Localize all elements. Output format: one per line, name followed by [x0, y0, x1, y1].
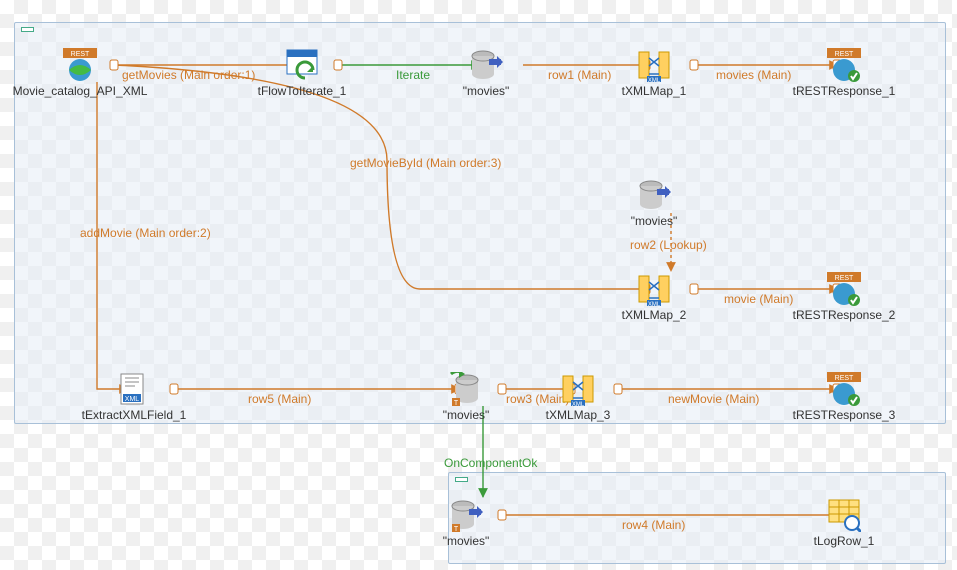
- rest-response-icon: REST: [827, 48, 861, 82]
- link-label-movies: movies (Main): [716, 68, 791, 82]
- component-label: tRESTResponse_3: [793, 408, 896, 422]
- component-movies-4[interactable]: T "movies": [443, 498, 490, 548]
- link-label-getMovieById: getMovieById (Main order:3): [350, 156, 501, 170]
- component-label: tFlowToIterate_1: [258, 84, 347, 98]
- component-movies-3[interactable]: T "movies": [443, 372, 490, 422]
- job-canvas[interactable]: getMovies (Main order:1) Iterate row1 (M…: [0, 0, 957, 570]
- svg-text:T: T: [454, 526, 459, 532]
- flow-iterate-icon: [285, 48, 319, 82]
- component-xmlmap-2[interactable]: XML tXMLMap_2: [622, 272, 687, 322]
- component-label: tXMLMap_3: [546, 408, 611, 422]
- xmlextract-icon: XML: [117, 372, 151, 406]
- component-label: "movies": [631, 214, 678, 228]
- db-icon: [469, 48, 503, 82]
- component-label: tXMLMap_2: [622, 308, 687, 322]
- xmlmap-icon: XML: [561, 372, 595, 406]
- collapse-icon[interactable]: [21, 27, 34, 32]
- component-label: "movies": [463, 84, 510, 98]
- rest-request-icon: REST: [63, 48, 97, 82]
- svg-text:REST: REST: [835, 375, 854, 382]
- component-label: "movies": [443, 534, 490, 548]
- svg-text:XML: XML: [572, 402, 585, 406]
- db-icon: T: [449, 498, 483, 532]
- component-label: "movies": [443, 408, 490, 422]
- rest-response-icon: REST: [827, 272, 861, 306]
- component-label: tRESTResponse_2: [793, 308, 896, 322]
- component-label: Movie_catalog_API_XML: [13, 84, 148, 98]
- link-label-newMovie: newMovie (Main): [668, 392, 759, 406]
- link-label-oncomponentok: OnComponentOk: [444, 456, 537, 470]
- link-label-row1: row1 (Main): [548, 68, 611, 82]
- component-label: tLogRow_1: [814, 534, 875, 548]
- svg-text:XML: XML: [648, 78, 661, 82]
- component-label: tXMLMap_1: [622, 84, 687, 98]
- svg-text:REST: REST: [835, 275, 854, 282]
- link-label-row5: row5 (Main): [248, 392, 311, 406]
- rest-response-icon: REST: [827, 372, 861, 406]
- svg-text:T: T: [454, 400, 459, 406]
- link-label-movie: movie (Main): [724, 292, 793, 306]
- xmlmap-icon: XML: [637, 272, 671, 306]
- xmlmap-icon: XML: [637, 48, 671, 82]
- link-label-iterate: Iterate: [396, 68, 430, 82]
- collapse-icon[interactable]: [455, 477, 468, 482]
- svg-text:XML: XML: [648, 302, 661, 306]
- component-label: tRESTResponse_1: [793, 84, 896, 98]
- component-extractxml[interactable]: XML tExtractXMLField_1: [82, 372, 187, 422]
- svg-text:REST: REST: [71, 51, 90, 58]
- component-xmlmap-1[interactable]: XML tXMLMap_1: [622, 48, 687, 98]
- link-label-row4: row4 (Main): [622, 518, 685, 532]
- db-in-icon: T: [449, 372, 483, 406]
- component-restresponse-3[interactable]: REST tRESTResponse_3: [793, 372, 896, 422]
- component-movie-catalog[interactable]: REST Movie_catalog_API_XML: [13, 48, 148, 98]
- component-xmlmap-3[interactable]: XML tXMLMap_3: [546, 372, 611, 422]
- svg-text:REST: REST: [835, 51, 854, 58]
- component-label: tExtractXMLField_1: [82, 408, 187, 422]
- component-restresponse-1[interactable]: REST tRESTResponse_1: [793, 48, 896, 98]
- db-icon: [637, 178, 671, 212]
- component-logrow[interactable]: tLogRow_1: [814, 498, 875, 548]
- link-label-row2: row2 (Lookup): [630, 238, 707, 252]
- svg-text:XML: XML: [125, 396, 140, 403]
- component-restresponse-2[interactable]: REST tRESTResponse_2: [793, 272, 896, 322]
- logrow-icon: [827, 498, 861, 532]
- component-movies-1[interactable]: "movies": [463, 48, 510, 98]
- link-label-addMovie: addMovie (Main order:2): [80, 226, 211, 240]
- component-movies-2[interactable]: "movies": [631, 178, 678, 228]
- component-flow-iterate[interactable]: tFlowToIterate_1: [258, 48, 347, 98]
